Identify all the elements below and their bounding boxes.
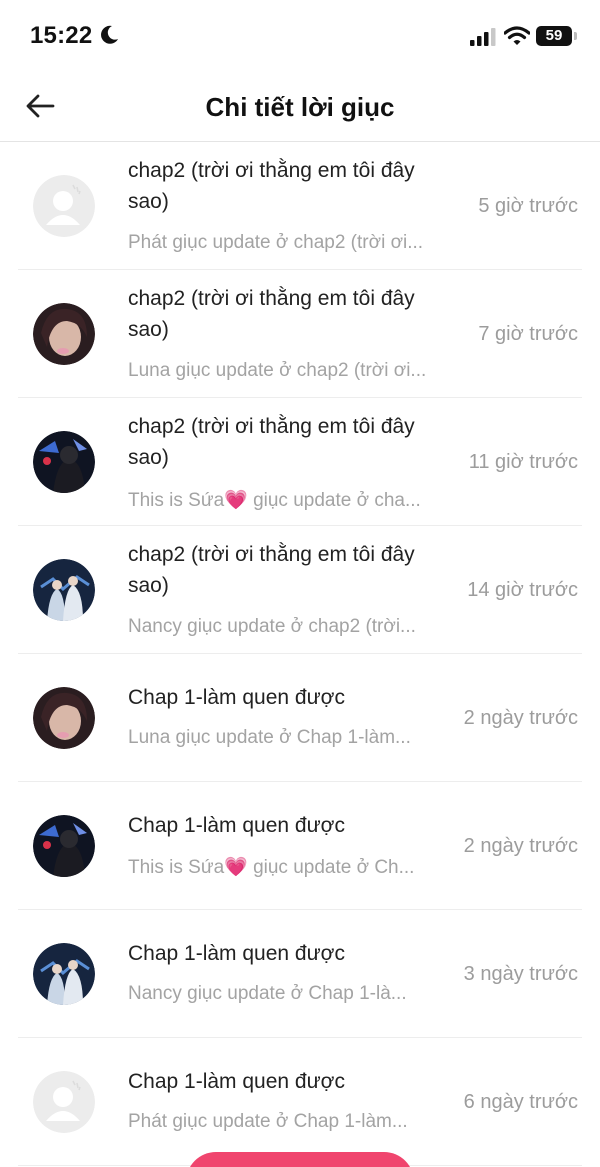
item-subtitle: This is Sứa💗 giục update ở cha... [128,490,421,511]
item-title: chap2 (trời ơi thằng em tôi đây sao) [128,415,415,469]
item-title: chap2 (trời ơi thằng em tôi đây sao) [128,543,415,597]
item-time: 7 giờ trước [478,322,578,345]
item-subtitle: This is Sứa💗 giục update ở Ch... [128,857,415,878]
list-item[interactable]: chap2 (trời ơi thằng em tôi đây sao) Phá… [0,142,600,270]
item-time: 3 ngày trước [463,962,578,985]
item-time: 5 giờ trước [478,194,578,217]
list-item[interactable]: chap2 (trời ơi thằng em tôi đây sao) Lun… [0,270,600,398]
user-avatar [33,559,95,621]
status-time: 15:22 [30,22,93,49]
list-item[interactable]: Chap 1-làm quen được This is Sứa💗 giục u… [0,782,600,910]
list-item[interactable]: Chap 1-làm quen được Luna giục update ở … [0,654,600,782]
default-avatar-icon [33,175,95,237]
item-title: Chap 1-làm quen được [128,686,345,709]
item-time: 2 ngày trước [463,834,578,857]
user-avatar [33,943,95,1005]
user-avatar [33,687,95,749]
user-avatar [33,815,95,877]
page-title: Chi tiết lời giục [205,92,395,122]
list-item[interactable]: chap2 (trời ơi thằng em tôi đây sao) Nan… [0,526,600,654]
item-title: Chap 1-làm quen được [128,1070,345,1093]
item-time: 6 ngày trước [463,1090,578,1113]
user-avatar [33,303,95,365]
item-title: Chap 1-làm quen được [128,942,345,965]
battery-icon: 59 [536,26,578,46]
cellular-signal-icon [470,28,496,46]
item-title: Chap 1-làm quen được [128,814,345,837]
moon-icon [101,25,118,44]
reminder-list: chap2 (trời ơi thằng em tôi đây sao) Phá… [0,142,600,1166]
item-time: 11 giờ trước [468,450,578,473]
item-subtitle: Phát giục update ở Chap 1-làm... [128,1111,408,1132]
item-title: chap2 (trời ơi thằng em tôi đây sao) [128,159,415,213]
list-item[interactable]: Chap 1-làm quen được Phát giục update ở … [0,1038,600,1166]
item-subtitle: Luna giục update ở Chap 1-làm... [128,727,411,748]
battery-level: 59 [536,26,572,46]
list-item[interactable]: chap2 (trời ơi thằng em tôi đây sao) Thi… [0,398,600,526]
item-subtitle: Nancy giục update ở Chap 1-là... [128,983,407,1004]
status-bar: 15:22 59 [0,0,600,70]
default-avatar-icon [33,1071,95,1133]
item-time: 14 giờ trước [467,578,578,601]
item-subtitle: Luna giục update ở chap2 (trời ơi... [128,360,427,381]
battery-tip [574,32,577,40]
wifi-icon [504,26,530,45]
item-subtitle: Nancy giục update ở chap2 (trời... [128,616,416,637]
item-title: chap2 (trời ơi thằng em tôi đây sao) [128,287,415,341]
item-subtitle: Phát giục update ở chap2 (trời ơi... [128,232,424,253]
item-time: 2 ngày trước [463,706,578,729]
floating-action-button[interactable] [186,1152,414,1167]
user-avatar [33,431,95,493]
nav-bar: Chi tiết lời giục [0,70,600,142]
list-item[interactable]: Chap 1-làm quen được Nancy giục update ở… [0,910,600,1038]
